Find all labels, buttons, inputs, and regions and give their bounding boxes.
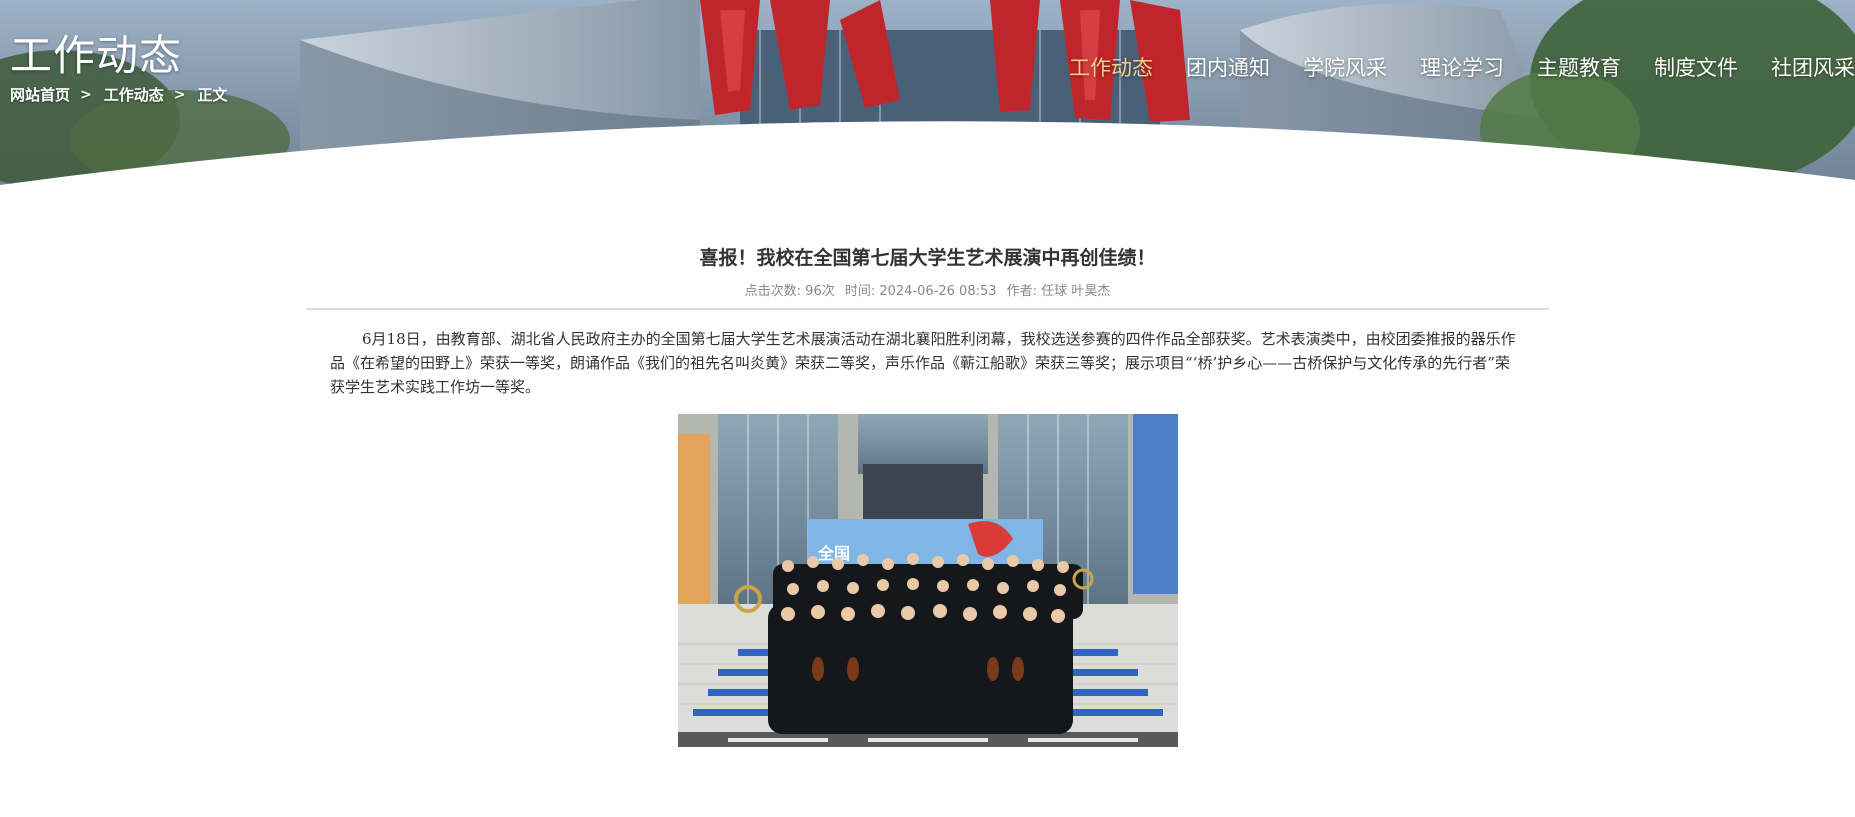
nav-item-news[interactable]: 工作动态 [1036,52,1153,82]
breadcrumb-current: 正文 [197,86,228,104]
chevron-right-icon: > [173,86,186,103]
article-title: 喜报！我校在全国第七届大学生艺术展演中再创佳绩！ [699,247,1156,269]
nav-item-education[interactable]: 主题教育 [1504,52,1621,82]
breadcrumb-news[interactable]: 工作动态 [104,84,164,105]
divider [306,308,1549,310]
group-photo-image: 全国 [678,414,1178,747]
article-body: 6月18日，由教育部、湖北省人民政府主办的全国第七届大学生艺术展演活动在湖北襄阳… [330,330,1516,396]
chevron-right-icon: > [80,86,92,103]
article-meta: 点击次数: 96次 时间: 2024-06-26 08:53 作者: 任球 叶昊… [0,280,1855,299]
page-title: 工作动态 [10,31,183,80]
publish-time: 时间: 2024-06-26 08:53 [844,284,997,299]
main-nav: 工作动态 团内通知 学院风采 理论学习 主题教育 制度文件 社团风采 [1036,52,1855,82]
nav-item-clubs[interactable]: 社团风采 [1738,52,1855,82]
breadcrumb: 网站首页 > 工作动态 > 正文 [10,84,228,105]
header-banner: 工作动态 网站首页 > 工作动态 > 正文 工作动态 团内通知 学院风采 理论学… [0,0,1855,190]
nav-item-rules[interactable]: 制度文件 [1621,52,1738,82]
nav-item-theory[interactable]: 理论学习 [1387,52,1504,82]
author: 作者: 任球 叶昊杰 [1006,284,1111,299]
campus-banner-image [0,0,1855,190]
click-count: 点击次数: 96次 [744,284,835,299]
breadcrumb-home[interactable]: 网站首页 [10,84,70,105]
nav-item-colleges[interactable]: 学院风采 [1270,52,1387,82]
nav-item-notices[interactable]: 团内通知 [1153,52,1270,82]
